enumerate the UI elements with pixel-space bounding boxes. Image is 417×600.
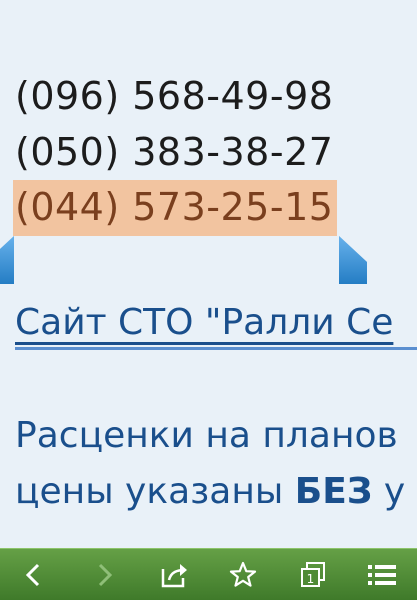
- prices-paragraph-line2: цены указаны БЕЗ у: [15, 469, 405, 515]
- tabs-icon: 1: [301, 562, 325, 587]
- paragraph-line2-suffix: у: [372, 471, 406, 512]
- selection-handle-end[interactable]: [338, 236, 367, 286]
- share-icon: [161, 564, 187, 588]
- forward-arrow-icon: [98, 563, 113, 587]
- menu-icon: [368, 565, 396, 585]
- paragraph-line2-prefix: цены указаны: [15, 471, 295, 512]
- phone-number-2[interactable]: (050) 383-38-27: [15, 129, 333, 175]
- divider-line: [15, 347, 417, 350]
- tabs-count: 1: [307, 572, 315, 586]
- bookmark-star-icon: [229, 561, 257, 587]
- paragraph-bold-text: БЕЗ: [294, 471, 373, 512]
- back-button[interactable]: [14, 555, 54, 595]
- sto-site-link[interactable]: Сайт СТО "Ралли Се: [15, 300, 393, 346]
- forward-button[interactable]: [84, 555, 124, 595]
- page-content: (096) 568-49-98 (050) 383-38-27 (044) 57…: [0, 0, 417, 548]
- share-button[interactable]: [155, 555, 195, 595]
- back-arrow-icon: [25, 563, 40, 587]
- selection-handle-start[interactable]: [0, 236, 15, 286]
- phone-number-1[interactable]: (096) 568-49-98: [15, 73, 333, 119]
- phone-number-3-selected[interactable]: (044) 573-25-15: [15, 184, 333, 230]
- menu-button[interactable]: [362, 555, 402, 595]
- tabs-button[interactable]: 1: [293, 555, 333, 595]
- prices-paragraph-line1: Расценки на планов: [15, 415, 398, 456]
- browser-toolbar: 1: [0, 548, 417, 600]
- bookmark-button[interactable]: [223, 555, 263, 595]
